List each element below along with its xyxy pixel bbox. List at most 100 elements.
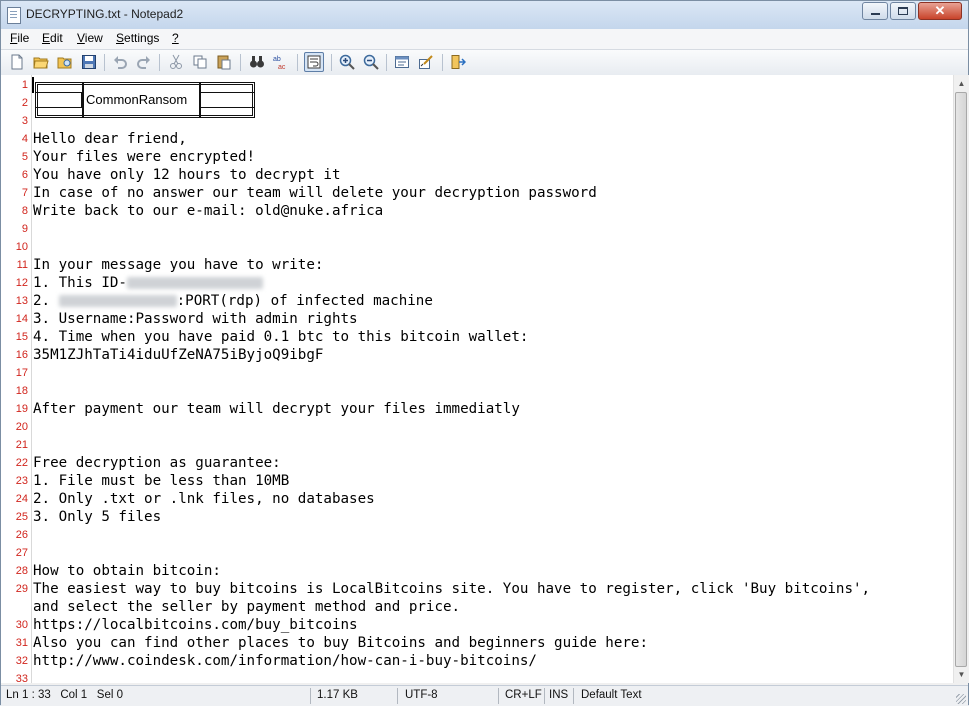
copy-icon[interactable] xyxy=(192,54,208,70)
minimize-button[interactable] xyxy=(862,2,888,20)
line-text-content: You have only 12 hours to decrypt it xyxy=(33,167,341,183)
line-number: 2 xyxy=(21,97,28,109)
scrollbar-thumb[interactable] xyxy=(955,92,967,667)
line-text: 2. :PORT(rdp) of infected machine xyxy=(33,292,433,310)
notepad2-window: DECRYPTING.txt - Notepad2 ✕ File Edit Vi… xyxy=(0,0,969,706)
toolbar-separator xyxy=(240,54,241,71)
menu-file-label: ile xyxy=(17,31,30,45)
close-icon: ✕ xyxy=(934,3,946,18)
resize-grip-icon[interactable] xyxy=(956,694,966,704)
redacted-ip-address xyxy=(58,295,177,307)
line-text-content: 1. This ID- xyxy=(33,275,127,291)
zoom-out-icon[interactable] xyxy=(363,54,379,70)
editor-line: 10 xyxy=(1,238,953,256)
line-text: Write back to our e-mail: old@nuke.afric… xyxy=(33,202,383,220)
menu-view[interactable]: View xyxy=(77,31,103,45)
line-text-content: Free decryption as guarantee: xyxy=(33,455,281,471)
status-line-endings[interactable]: CR+LF xyxy=(505,689,542,701)
text-editor[interactable]: 1 2 3 4 Hello dear friend, 5 Your files were e… xyxy=(1,75,953,683)
redacted-victim-id xyxy=(126,277,263,289)
paste-icon[interactable] xyxy=(216,54,232,70)
line-text: Your files were encrypted! xyxy=(33,148,255,166)
window-controls: ✕ xyxy=(860,2,962,21)
line-text: 2. Only .txt or .lnk files, no databases xyxy=(33,490,375,508)
line-number: 19 xyxy=(15,403,28,415)
menu-file[interactable]: File xyxy=(10,31,29,45)
editor-line: and select the seller by payment method … xyxy=(1,598,953,616)
menu-settings-accel: S xyxy=(116,31,125,45)
line-text-content: http://www.coindesk.com/information/how-… xyxy=(33,653,537,669)
line-number: 21 xyxy=(15,439,28,451)
editor-line: 28 How to obtain bitcoin: xyxy=(1,562,953,580)
status-encoding[interactable]: UTF-8 xyxy=(405,689,438,701)
redo-icon[interactable] xyxy=(136,54,152,70)
line-text: http://www.coindesk.com/information/how-… xyxy=(33,652,537,670)
new-file-icon[interactable] xyxy=(9,54,25,70)
zoom-in-icon[interactable] xyxy=(339,54,355,70)
line-number: 33 xyxy=(15,673,28,683)
banner-divider-left xyxy=(82,82,84,118)
banner-cell-right xyxy=(199,92,255,108)
line-text: Free decryption as guarantee: xyxy=(33,454,281,472)
menu-help-accel: ? xyxy=(172,31,179,45)
editor-line: 23 1. File must be less than 10MB xyxy=(1,472,953,490)
line-text-content: and select the seller by payment method … xyxy=(33,599,461,615)
line-text-content: 3. Username:Password with admin rights xyxy=(33,311,358,327)
title-bar: DECRYPTING.txt - Notepad2 ✕ xyxy=(1,1,968,30)
line-number: 25 xyxy=(15,511,28,523)
menu-settings-label: ettings xyxy=(124,31,160,45)
find-icon[interactable] xyxy=(249,54,265,70)
line-text-content: In case of no answer our team will delet… xyxy=(33,185,597,201)
exit-icon[interactable] xyxy=(450,54,466,70)
line-number: 16 xyxy=(15,349,28,361)
close-button[interactable]: ✕ xyxy=(918,2,962,20)
line-text-content: 1. File must be less than 10MB xyxy=(33,473,290,489)
editor-line: 27 xyxy=(1,544,953,562)
save-icon[interactable] xyxy=(81,54,97,70)
maximize-button[interactable] xyxy=(890,2,916,20)
line-text-content: 3. Only 5 files xyxy=(33,509,162,525)
line-number: 30 xyxy=(15,619,28,631)
status-separator xyxy=(397,688,398,704)
open-folder-icon[interactable] xyxy=(33,54,49,70)
browse-folder-icon[interactable] xyxy=(57,54,73,70)
line-text-content: 4. Time when you have paid 0.1 btc to th… xyxy=(33,329,529,345)
menu-edit-label: dit xyxy=(50,31,63,45)
line-text: 1. File must be less than 10MB xyxy=(33,472,289,490)
scroll-up-icon[interactable]: ▲ xyxy=(955,76,968,91)
editor-line: 12 1. This ID- xyxy=(1,274,953,292)
editor-line: 16 35M1ZJhTaTi4iduUfZeNA75iByjoQ9ibgF xyxy=(1,346,953,364)
cut-icon[interactable] xyxy=(168,54,184,70)
line-text: and select the seller by payment method … xyxy=(33,598,460,616)
menu-help[interactable]: ? xyxy=(172,31,179,45)
menu-view-accel: V xyxy=(77,31,85,45)
line-number: 26 xyxy=(15,529,28,541)
menu-edit[interactable]: Edit xyxy=(42,31,63,45)
vertical-scrollbar[interactable]: ▲ ▼ xyxy=(953,75,969,683)
line-text-content: 35M1ZJhTaTi4iduUfZeNA75iByjoQ9ibgF xyxy=(33,347,324,363)
menu-bar: File Edit View Settings ? xyxy=(1,29,968,49)
status-insert-mode: INS xyxy=(549,689,569,701)
undo-icon[interactable] xyxy=(112,54,128,70)
banner-divider-right xyxy=(199,82,201,118)
editor-line: 32 http://www.coindesk.com/information/ho… xyxy=(1,652,953,670)
status-separator xyxy=(310,688,311,704)
line-number: 13 xyxy=(15,295,28,307)
status-scheme[interactable]: Default Text xyxy=(581,689,642,701)
line-number: 8 xyxy=(21,205,28,217)
word-wrap-toggle[interactable] xyxy=(304,52,324,72)
editor-line: 18 xyxy=(1,382,953,400)
line-text-content: After payment our team will decrypt your… xyxy=(33,401,520,417)
menu-settings[interactable]: Settings xyxy=(116,31,159,45)
customize-scheme-icon[interactable] xyxy=(418,54,434,70)
line-number: 3 xyxy=(21,115,28,127)
replace-icon[interactable]: abac xyxy=(273,54,289,70)
scheme-icon[interactable] xyxy=(394,54,410,70)
line-text: How to obtain bitcoin: xyxy=(33,562,221,580)
toolbar-separator xyxy=(159,54,160,71)
line-text: 4. Time when you have paid 0.1 btc to th… xyxy=(33,328,528,346)
scroll-down-icon[interactable]: ▼ xyxy=(955,667,968,682)
line-number: 29 xyxy=(15,583,28,595)
line-number: 24 xyxy=(15,493,28,505)
line-text: The easiest way to buy bitcoins is Local… xyxy=(33,580,870,598)
